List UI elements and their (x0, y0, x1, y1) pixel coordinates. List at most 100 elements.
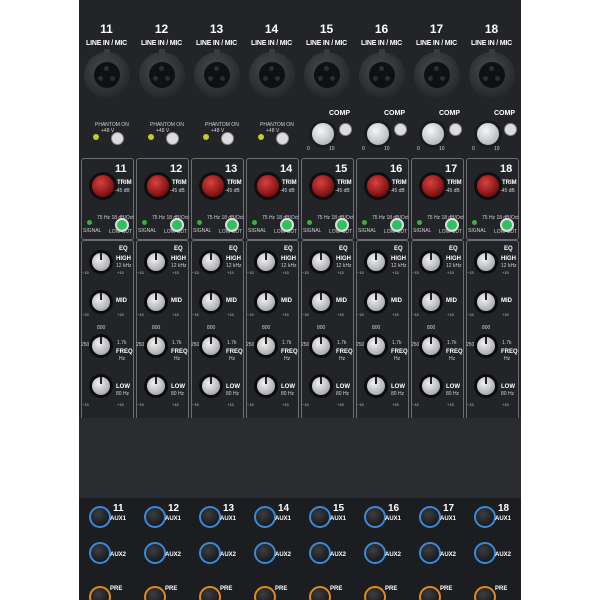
aux1-knob[interactable] (419, 506, 441, 528)
eq-high-knob[interactable] (199, 250, 223, 274)
eq-low-knob[interactable] (474, 374, 498, 398)
comp-button[interactable] (504, 123, 517, 136)
eq-freq-knob[interactable] (199, 334, 223, 358)
eq-mid-knob[interactable] (199, 290, 223, 314)
phantom-led-icon (258, 134, 264, 140)
pan-knob[interactable] (474, 586, 496, 600)
low-freq-label: 80 Hz (116, 391, 130, 397)
pan-knob[interactable] (199, 586, 221, 600)
lowcut-label: LOW CUT (219, 229, 243, 235)
eq-freq-knob[interactable] (419, 334, 443, 358)
xlr-combo-jack-icon[interactable] (139, 49, 185, 98)
trim-knob[interactable] (89, 172, 117, 200)
phantom-button[interactable] (111, 132, 124, 145)
pan-knob[interactable] (419, 586, 441, 600)
xlr-combo-jack-icon[interactable] (194, 49, 240, 98)
eq-freq-knob[interactable] (254, 334, 278, 358)
eq-low-knob[interactable] (89, 374, 113, 398)
eq-low-knob[interactable] (364, 374, 388, 398)
aux1-knob[interactable] (364, 506, 386, 528)
aux2-knob[interactable] (474, 542, 496, 564)
eq-high-knob[interactable] (254, 250, 278, 274)
input-label: LINE IN / MIC (141, 40, 182, 47)
xlr-combo-jack-icon[interactable] (359, 49, 405, 98)
eq-mid-knob[interactable] (309, 290, 333, 314)
trim-range-label: -45 dB (335, 188, 350, 194)
comp-button[interactable] (449, 123, 462, 136)
aux1-knob[interactable] (474, 506, 496, 528)
phantom-button[interactable] (166, 132, 179, 145)
eq-mid-knob[interactable] (254, 290, 278, 314)
freq-unit-label: Hz (394, 356, 401, 362)
pan-knob[interactable] (254, 586, 276, 600)
pan-knob[interactable] (144, 586, 166, 600)
pan-knob[interactable] (309, 586, 331, 600)
comp-button[interactable] (339, 123, 352, 136)
low-label: LOW (501, 384, 515, 390)
eq-high-knob[interactable] (364, 250, 388, 274)
trim-knob[interactable] (144, 172, 172, 200)
aux1-knob[interactable] (309, 506, 331, 528)
pan-knob[interactable] (364, 586, 386, 600)
eq-low-knob[interactable] (309, 374, 333, 398)
aux1-knob[interactable] (254, 506, 276, 528)
pre-label: PRE (275, 586, 288, 592)
xlr-combo-jack-icon[interactable] (249, 49, 295, 98)
aux2-knob[interactable] (89, 542, 111, 564)
aux2-knob[interactable] (199, 542, 221, 564)
comp-knob[interactable] (309, 120, 337, 148)
freq-right-label: 1.7k (227, 340, 237, 346)
phantom-button[interactable] (276, 132, 289, 145)
trim-knob[interactable] (199, 172, 227, 200)
trim-label: TRIM (117, 180, 132, 186)
aux2-knob[interactable] (144, 542, 166, 564)
eq-mid-knob[interactable] (364, 290, 388, 314)
eq-freq-knob[interactable] (364, 334, 388, 358)
eq-low-knob[interactable] (144, 374, 168, 398)
trim-knob[interactable] (364, 172, 392, 200)
eq-low-knob[interactable] (419, 374, 443, 398)
eq-mid-knob[interactable] (89, 290, 113, 314)
freq-right-label: 1.7k (337, 340, 347, 346)
trim-knob[interactable] (474, 172, 502, 200)
trim-knob[interactable] (419, 172, 447, 200)
trim-knob[interactable] (309, 172, 337, 200)
trim-range-label: -45 dB (280, 188, 295, 194)
trim-knob[interactable] (254, 172, 282, 200)
aux2-knob[interactable] (254, 542, 276, 564)
eq-high-knob[interactable] (144, 250, 168, 274)
high-label: HIGH (226, 256, 241, 262)
aux1-knob[interactable] (144, 506, 166, 528)
xlr-combo-jack-icon[interactable] (84, 49, 130, 98)
aux2-knob[interactable] (364, 542, 386, 564)
eq-low-knob[interactable] (254, 374, 278, 398)
comp-knob[interactable] (364, 120, 392, 148)
eq-high-knob[interactable] (419, 250, 443, 274)
eq-freq-knob[interactable] (474, 334, 498, 358)
comp-min-label: 0 (307, 146, 310, 152)
eq-mid-knob[interactable] (419, 290, 443, 314)
aux1-knob[interactable] (199, 506, 221, 528)
eq-mid-knob[interactable] (144, 290, 168, 314)
eq-high-knob[interactable] (474, 250, 498, 274)
phantom-button[interactable] (221, 132, 234, 145)
eq-freq-knob[interactable] (89, 334, 113, 358)
comp-knob[interactable] (419, 120, 447, 148)
aux2-knob[interactable] (419, 542, 441, 564)
comp-button[interactable] (394, 123, 407, 136)
eq-freq-knob[interactable] (144, 334, 168, 358)
trim-range-label: -45 dB (225, 188, 240, 194)
eq-high-knob[interactable] (89, 250, 113, 274)
eq-high-knob[interactable] (309, 250, 333, 274)
pan-knob[interactable] (89, 586, 111, 600)
eq-freq-knob[interactable] (309, 334, 333, 358)
eq-mid-knob[interactable] (474, 290, 498, 314)
aux1-knob[interactable] (89, 506, 111, 528)
aux2-knob[interactable] (309, 542, 331, 564)
xlr-combo-jack-icon[interactable] (414, 49, 460, 98)
xlr-combo-jack-icon[interactable] (469, 49, 515, 98)
eq-low-knob[interactable] (199, 374, 223, 398)
high-freq-label: 12 kHz (336, 263, 352, 269)
xlr-combo-jack-icon[interactable] (304, 49, 350, 98)
comp-knob[interactable] (474, 120, 502, 148)
